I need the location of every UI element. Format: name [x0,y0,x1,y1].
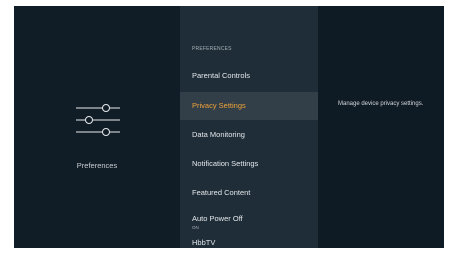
menu-item-label: Featured Content [192,188,251,197]
menu-item-label: Privacy Settings [192,101,246,110]
menu-item-privacy-settings[interactable]: Privacy Settings [180,92,318,120]
menu-item-label: Auto Power Off [192,214,243,223]
menu-item-data-monitoring[interactable]: Data Monitoring [180,124,318,152]
menu-item-label: Data Monitoring [192,130,245,139]
setting-description: Manage device privacy settings. [338,101,424,107]
menu-item-label: Notification Settings [192,159,259,168]
menu-item-parental-controls[interactable]: Parental Controls [180,65,318,93]
category-label: Preferences [76,161,118,170]
description-panel: Manage device privacy settings. [318,6,444,248]
sliders-icon [76,104,120,136]
menu-item-auto-power-off[interactable]: Auto Power Off ON [180,210,318,238]
menu-item-label: HbbTV [192,238,216,247]
tv-screen: Preferences PREFERENCES Parental Control… [14,6,444,248]
menu-item-value: ON [192,225,199,230]
menu-item-label: Parental Controls [192,71,250,80]
settings-menu: PREFERENCES Parental Controls Privacy Se… [180,6,318,248]
menu-item-featured-content[interactable]: Featured Content [180,182,318,210]
menu-item-hbbtv[interactable]: HbbTV [180,235,318,248]
menu-section-header: PREFERENCES [192,46,232,52]
menu-item-notification-settings[interactable]: Notification Settings [180,153,318,181]
category-panel: Preferences [14,6,180,248]
